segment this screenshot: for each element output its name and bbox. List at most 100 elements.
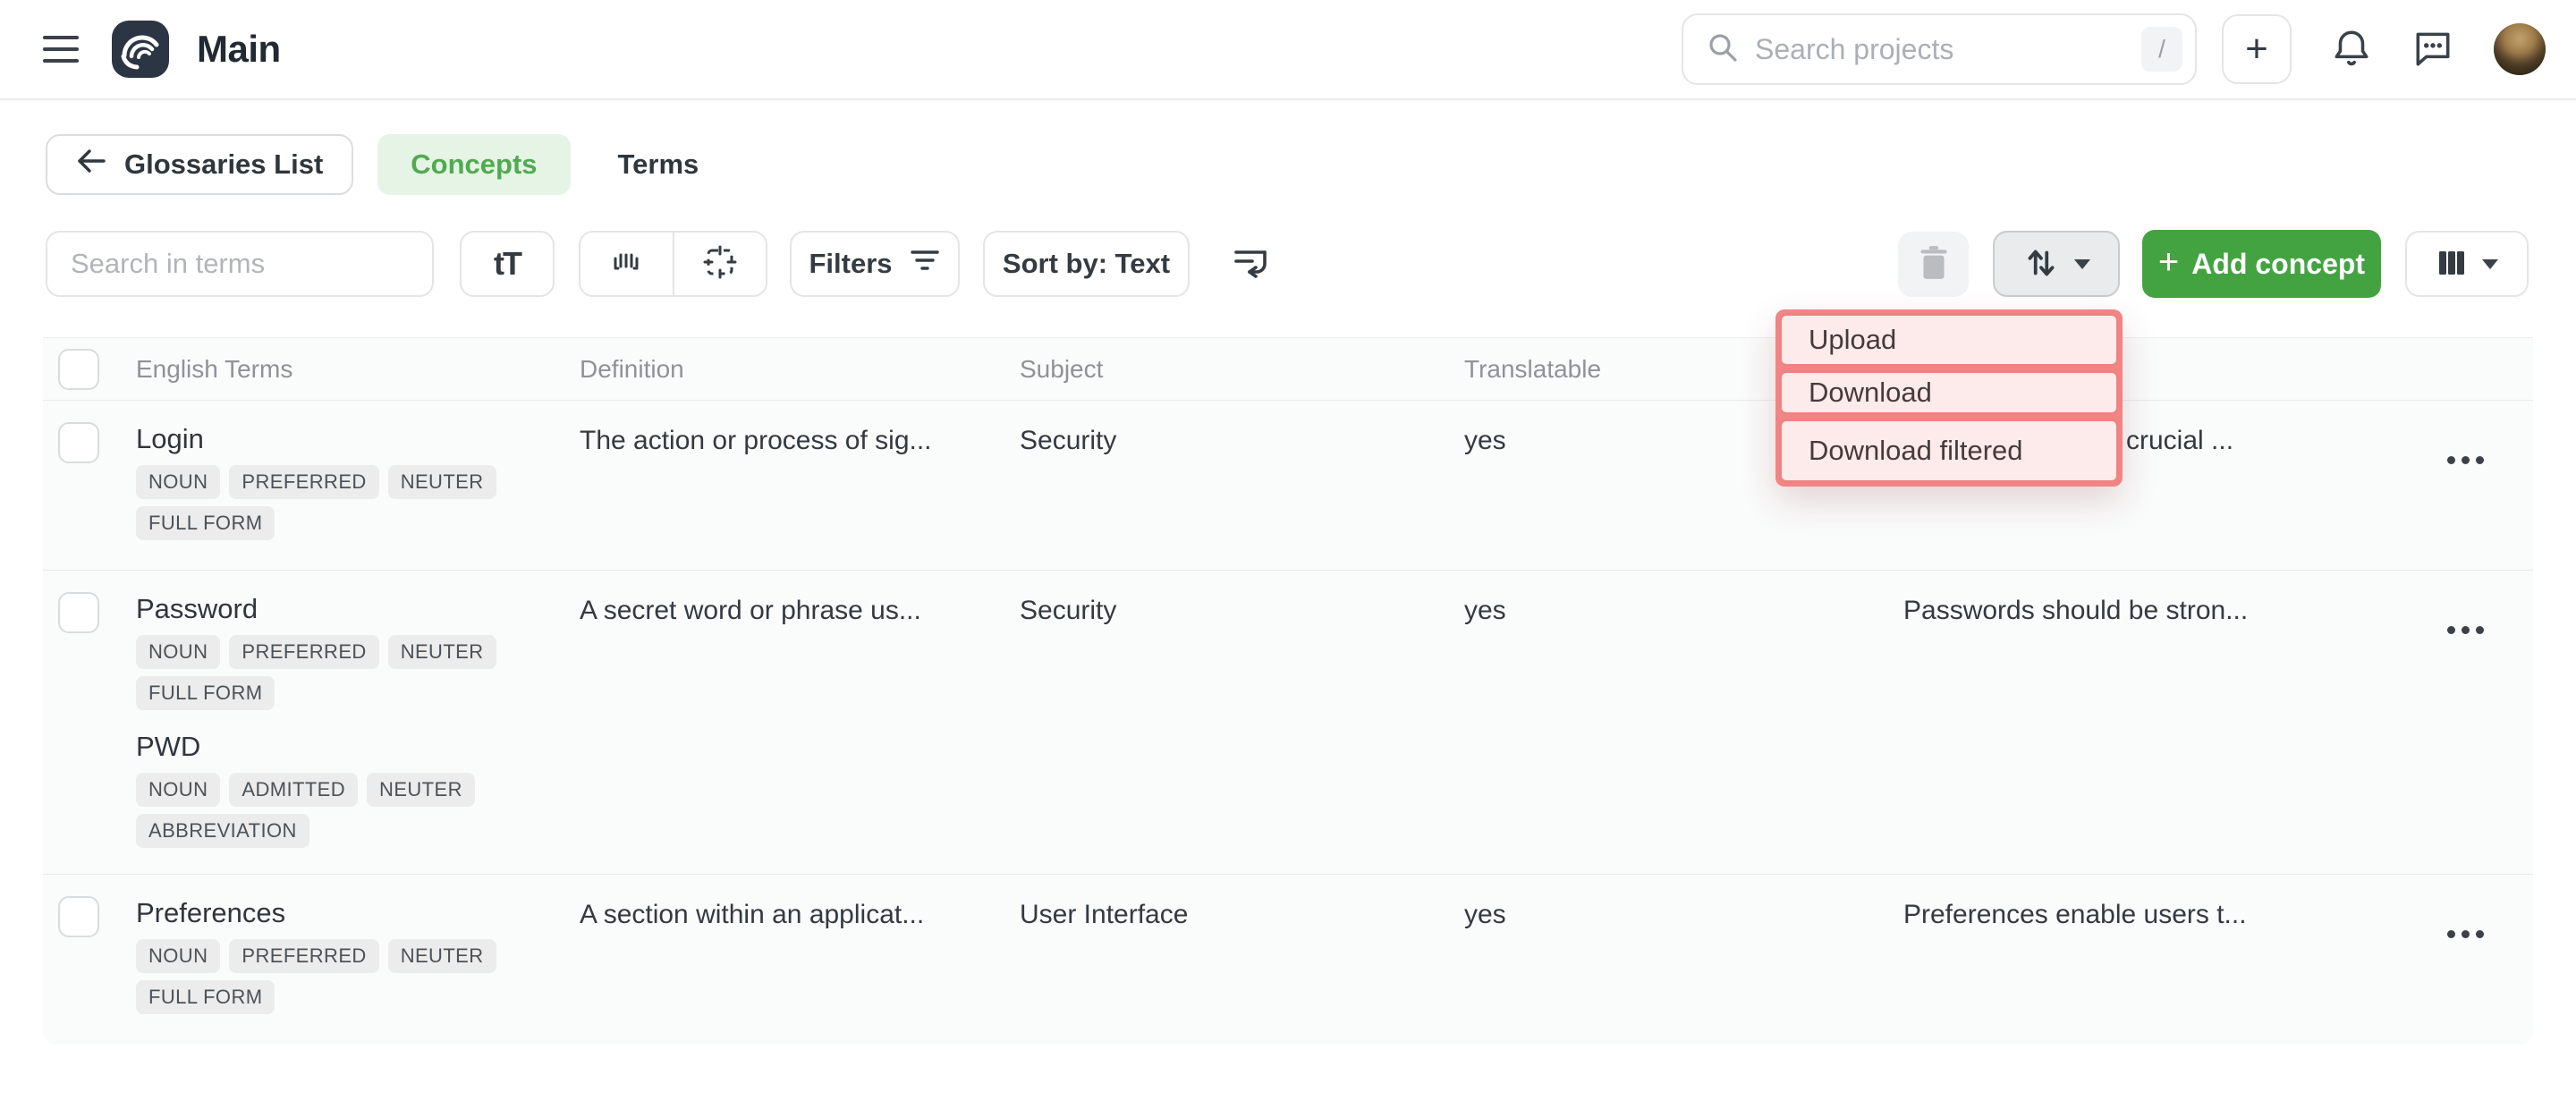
term-entry: PWD NOUN ADMITTED NEUTER ABBREVIATION xyxy=(136,730,580,848)
subject-cell: User Interface xyxy=(1020,896,1464,1046)
projects-search[interactable]: / xyxy=(1682,13,2197,85)
term-tag-badge: NEUTER xyxy=(388,635,496,669)
whole-words-icon xyxy=(609,246,643,283)
row-actions-menu-icon[interactable] xyxy=(2447,456,2484,570)
upload-download-menu: UploadDownloadDownload filtered xyxy=(1775,309,2123,487)
back-arrow-icon xyxy=(76,148,106,182)
up-down-arrows-icon xyxy=(2022,242,2060,286)
sort-direction-button[interactable] xyxy=(1231,244,1272,284)
search-options-group xyxy=(579,231,767,297)
term-tag-badge: FULL FORM xyxy=(136,506,275,540)
column-header-subject[interactable]: Subject xyxy=(1020,355,1464,384)
row-checkbox[interactable] xyxy=(58,422,99,463)
table-row: PreferencesNOUNPREFERREDNEUTERFULL FORM … xyxy=(43,875,2533,1046)
term-tag-badge: NEUTER xyxy=(367,773,475,807)
term-tag-badge: NOUN xyxy=(136,635,220,669)
translatable-cell: yes xyxy=(1464,592,1903,874)
term-tag-badge: ABBREVIATION xyxy=(136,814,309,848)
plus-icon: + xyxy=(2158,242,2179,283)
term-tag-badge: FULL FORM xyxy=(136,980,275,1014)
table-header-row: English Terms Definition Subject Transla… xyxy=(43,338,2533,401)
match-case-button[interactable]: tT xyxy=(460,231,555,297)
bell-icon xyxy=(2331,27,2372,72)
notifications-button[interactable] xyxy=(2331,27,2372,72)
chevron-down-icon xyxy=(2482,259,2498,269)
term-tag-badge: PREFERRED xyxy=(229,939,378,973)
tab-terms[interactable]: Terms xyxy=(618,134,699,195)
row-actions-menu-icon[interactable] xyxy=(2447,930,2484,1046)
messages-button[interactable] xyxy=(2411,29,2454,71)
term-text[interactable]: PWD xyxy=(136,730,580,764)
definition-cell: A secret word or phrase us... xyxy=(580,592,1020,874)
column-header-definition[interactable]: Definition xyxy=(580,355,1020,384)
term-text[interactable]: Preferences xyxy=(136,896,580,930)
chat-bubble-icon xyxy=(2411,29,2454,71)
note-cell: Preferences enable users t... xyxy=(1903,896,2406,1046)
concepts-table: English Terms Definition Subject Transla… xyxy=(43,337,2533,1045)
term-tag-badge: NEUTER xyxy=(388,465,496,499)
term-tags: NOUN PREFERRED NEUTER FULL FORM xyxy=(136,635,556,710)
term-tags: NOUN ADMITTED NEUTER ABBREVIATION xyxy=(136,773,556,848)
upload-download-dropdown-button[interactable] xyxy=(1993,231,2120,297)
user-avatar[interactable] xyxy=(2494,23,2546,75)
term-tag-badge: NOUN xyxy=(136,939,220,973)
term-tag-badge: FULL FORM xyxy=(136,676,275,710)
term-entry: Password NOUN PREFERRED NEUTER FULL FORM xyxy=(136,592,580,710)
row-checkbox[interactable] xyxy=(58,592,99,633)
terms-search-input[interactable] xyxy=(46,231,434,297)
page-title: Main xyxy=(197,28,281,71)
subject-cell: Security xyxy=(1020,422,1464,570)
definition-cell: The action or process of sig... xyxy=(580,422,1020,570)
term-tag-badge: NOUN xyxy=(136,465,220,499)
menu-item-upload[interactable]: Upload xyxy=(1779,313,2119,367)
filters-button-label: Filters xyxy=(809,248,892,280)
whole-words-button[interactable] xyxy=(580,233,673,295)
selection-frame-icon xyxy=(703,245,737,284)
term-text[interactable]: Password xyxy=(136,592,580,626)
delete-selected-button[interactable] xyxy=(1898,232,1969,297)
app-logo[interactable] xyxy=(111,20,170,79)
projects-search-input[interactable] xyxy=(1755,33,2141,66)
term-tag-badge: ADMITTED xyxy=(229,773,358,807)
back-to-glossaries-button[interactable]: Glossaries List xyxy=(46,134,353,195)
term-entry: Login NOUN PREFERRED NEUTER FULL FORM xyxy=(136,422,580,540)
term-entry: Preferences NOUN PREFERRED NEUTER FULL FORM xyxy=(136,896,580,1014)
column-header-english-terms[interactable]: English Terms xyxy=(136,355,580,384)
exact-match-button[interactable] xyxy=(673,233,767,295)
back-button-label: Glossaries List xyxy=(124,148,323,181)
concepts-toolbar: tT Filters xyxy=(46,230,2529,298)
note-cell: Passwords should be stron... xyxy=(1903,592,2406,874)
add-concept-button[interactable]: + Add concept xyxy=(2142,230,2381,298)
term-tag-badge: PREFERRED xyxy=(229,635,378,669)
menu-item-download[interactable]: Download xyxy=(1779,370,2119,415)
create-project-button[interactable]: + xyxy=(2222,14,2292,84)
row-checkbox[interactable] xyxy=(58,896,99,937)
hamburger-menu-icon[interactable] xyxy=(43,36,79,63)
glossary-nav: Glossaries List Concepts Terms xyxy=(46,134,2533,195)
tab-concepts[interactable]: Concepts xyxy=(377,134,570,195)
match-case-icon: tT xyxy=(494,245,521,283)
add-concept-label: Add concept xyxy=(2191,248,2365,281)
menu-item-download-filtered[interactable]: Download filtered xyxy=(1779,419,2119,483)
definition-cell: A section within an applicat... xyxy=(580,896,1020,1046)
table-row: Password NOUN PREFERRED NEUTER FULL FORM PWD N… xyxy=(43,571,2533,875)
filter-icon xyxy=(909,247,941,281)
select-all-checkbox[interactable] xyxy=(58,349,99,390)
term-tags: NOUN PREFERRED NEUTER FULL FORM xyxy=(136,939,556,1014)
sort-direction-icon xyxy=(1231,244,1272,284)
filters-button[interactable]: Filters xyxy=(790,231,960,297)
sort-by-button[interactable]: Sort by: Text xyxy=(983,231,1190,297)
trash-icon xyxy=(1917,244,1951,284)
translatable-cell: yes xyxy=(1464,896,1903,1046)
columns-icon xyxy=(2436,249,2468,280)
term-tags: NOUN PREFERRED NEUTER FULL FORM xyxy=(136,465,556,540)
term-tag-badge: PREFERRED xyxy=(229,465,378,499)
term-tag-badge: NOUN xyxy=(136,773,220,807)
table-row: Login NOUN PREFERRED NEUTER FULL FORM The ac… xyxy=(43,401,2533,571)
row-actions-menu-icon[interactable] xyxy=(2447,626,2484,874)
topbar: Main / + xyxy=(0,0,2576,100)
term-tag-badge: NEUTER xyxy=(388,939,496,973)
sort-by-label: Sort by: Text xyxy=(1003,248,1170,280)
columns-visibility-button[interactable] xyxy=(2405,231,2529,297)
term-text[interactable]: Login xyxy=(136,422,580,456)
